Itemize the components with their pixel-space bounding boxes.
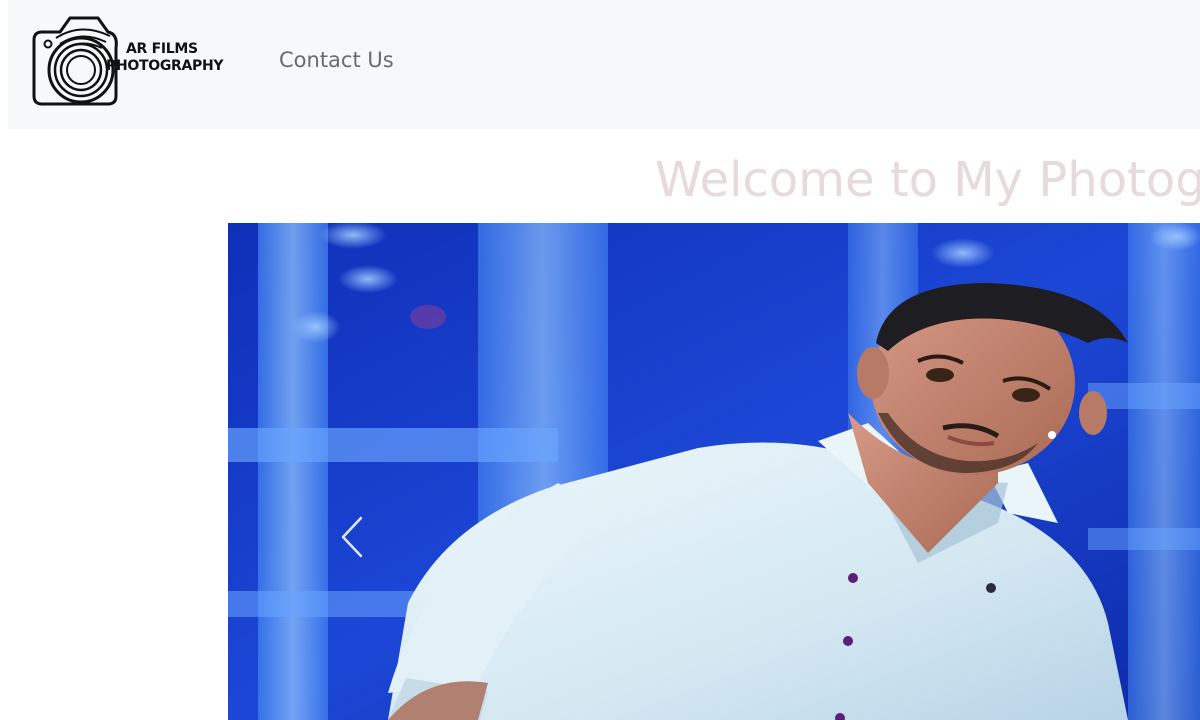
nav-link-contact-us[interactable]: Contact Us	[279, 48, 394, 72]
top-navbar: AR FILMS PHOTOGRAPHY Contact Us	[8, 0, 1200, 129]
brand-logo[interactable]: AR FILMS PHOTOGRAPHY	[26, 8, 246, 112]
portrait-photo	[228, 223, 1200, 720]
photo-carousel[interactable]	[228, 223, 1200, 720]
welcome-heading: Welcome to My Photogr	[655, 152, 1200, 208]
brand-name: AR FILMS PHOTOGRAPHY	[106, 41, 224, 75]
brand-name-line1: AR FILMS	[126, 41, 198, 57]
carousel-prev-button[interactable]	[337, 512, 367, 562]
brand-name-line2: PHOTOGRAPHY	[106, 58, 224, 74]
chevron-left-icon	[341, 516, 363, 558]
